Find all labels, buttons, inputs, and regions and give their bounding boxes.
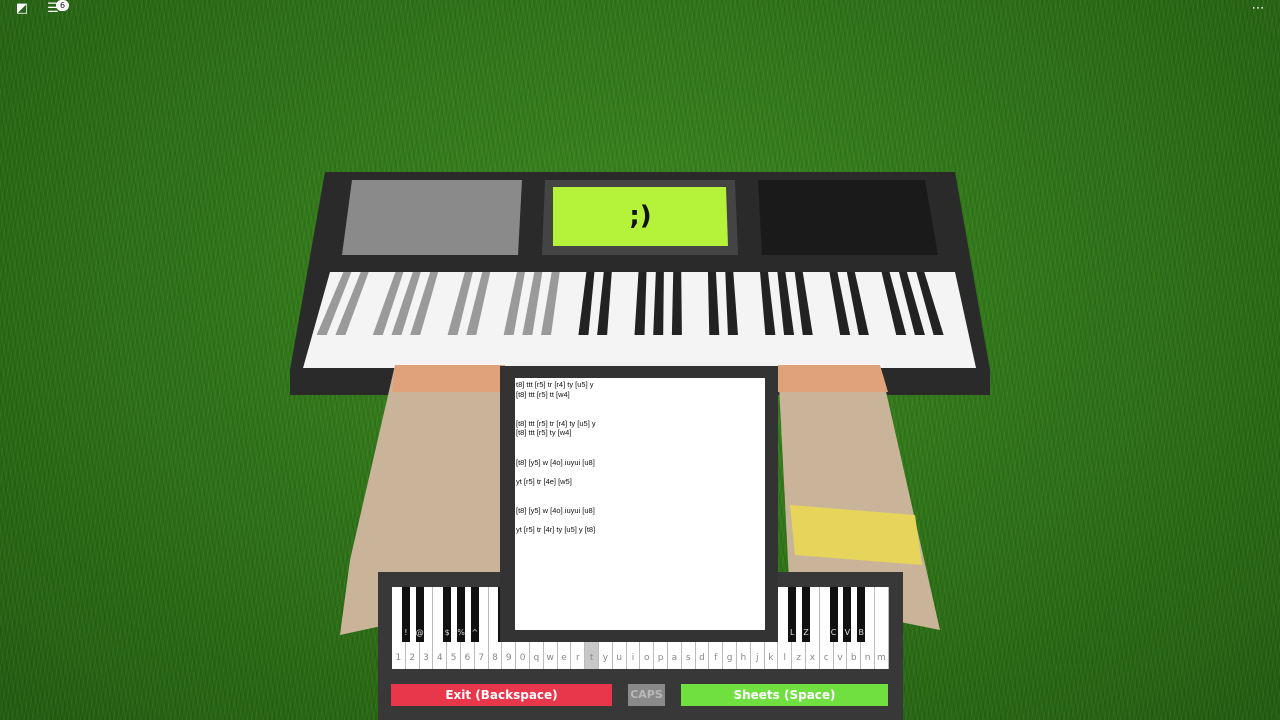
sheet-line: [516, 487, 764, 497]
sheet-line: [t8] ttt [r5] ty [w4]: [516, 428, 572, 438]
right-screen: [758, 180, 938, 255]
sheet-line: t8] ttt [r5] tr [r4] ty [u5] y: [516, 380, 594, 389]
sheet-line: [516, 448, 764, 458]
black-key[interactable]: %: [457, 587, 465, 642]
sheet-line: [516, 409, 764, 419]
black-key[interactable]: V: [843, 587, 852, 642]
chat-badge: 6: [56, 0, 69, 11]
black-key[interactable]: @: [415, 587, 424, 642]
sheet-line: [516, 516, 764, 526]
sheet-line: [t8] [y5] w [4o] iuyui [u8]: [516, 505, 595, 515]
black-key[interactable]: !: [401, 587, 410, 642]
sheet-line: [t8] ttt [r5] tt [w4]: [516, 389, 570, 399]
piano-black-key-3d: [671, 272, 682, 335]
exit-button[interactable]: Exit (Backspace): [391, 684, 612, 706]
white-key-m[interactable]: m: [875, 587, 889, 669]
sheet-music: t8] ttt [r5] tr [r4] ty [u5] y [t8] ttt […: [515, 378, 765, 630]
roblox-menu-icon[interactable]: ◩: [11, 0, 33, 18]
sheet-line: [516, 438, 764, 448]
sheet-line: [516, 399, 764, 409]
black-key[interactable]: B: [857, 587, 866, 642]
black-key[interactable]: Z: [802, 587, 810, 642]
sheet-line: yt [r5] tr [4e] [w5]: [516, 476, 572, 486]
sheet-line: [t8] ttt [r5] tr [r4] ty [u5] y: [516, 418, 596, 428]
sheet-line: [t8] [y5] w [4o] iuyui [u8]: [516, 457, 595, 467]
sheet-line: [516, 496, 764, 506]
sheet-line: yt [r5] tr [4r] ty [u5] y [t8]: [516, 525, 596, 535]
black-key[interactable]: ^: [470, 587, 479, 642]
black-key[interactable]: L: [788, 587, 797, 642]
black-key[interactable]: $: [443, 587, 452, 642]
sheets-button[interactable]: Sheets (Space): [681, 684, 888, 706]
more-options-icon[interactable]: ⋯: [1247, 0, 1269, 18]
sheet-line: [516, 467, 764, 477]
black-key[interactable]: C: [829, 587, 838, 642]
caps-button[interactable]: CAPS: [628, 684, 665, 706]
display-text: ;): [629, 201, 652, 231]
left-screen: [342, 180, 522, 255]
